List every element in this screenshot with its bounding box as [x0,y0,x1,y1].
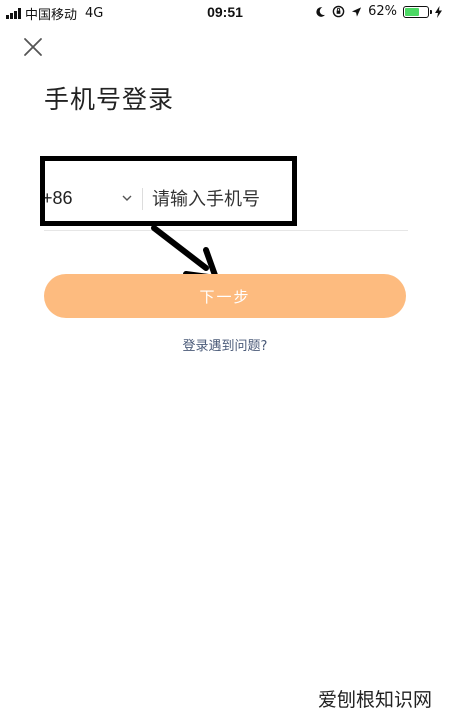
page-title: 手机号登录 [44,85,175,114]
battery-fill [405,7,419,16]
phone-underline [44,230,408,231]
orientation-lock-icon [332,5,345,18]
moon-icon [316,6,326,17]
login-help-link[interactable]: 登录遇到问题? [0,335,450,354]
phone-number-input[interactable] [152,182,392,216]
annotation-arrow-icon [151,225,219,281]
code-divider [142,188,143,210]
country-code-selector[interactable]: +86 [42,188,73,209]
next-button[interactable]: 下一步 [44,274,406,318]
battery-percent: 62% [368,4,397,19]
location-icon [352,6,362,17]
login-screen: 中国移动 4G 09:51 62% 手机号登录 +86 请输入手机号 下一步 登… [0,0,450,720]
charging-bolt-icon [435,5,442,18]
battery-icon [403,5,432,18]
watermark: 爱刨根知识网 [317,689,432,711]
chevron-down-icon[interactable] [120,192,134,204]
status-right: 62% [315,4,442,19]
status-bar: 中国移动 4G 09:51 62% [0,0,450,24]
close-icon[interactable] [22,36,44,58]
phone-row: +86 [40,172,408,230]
